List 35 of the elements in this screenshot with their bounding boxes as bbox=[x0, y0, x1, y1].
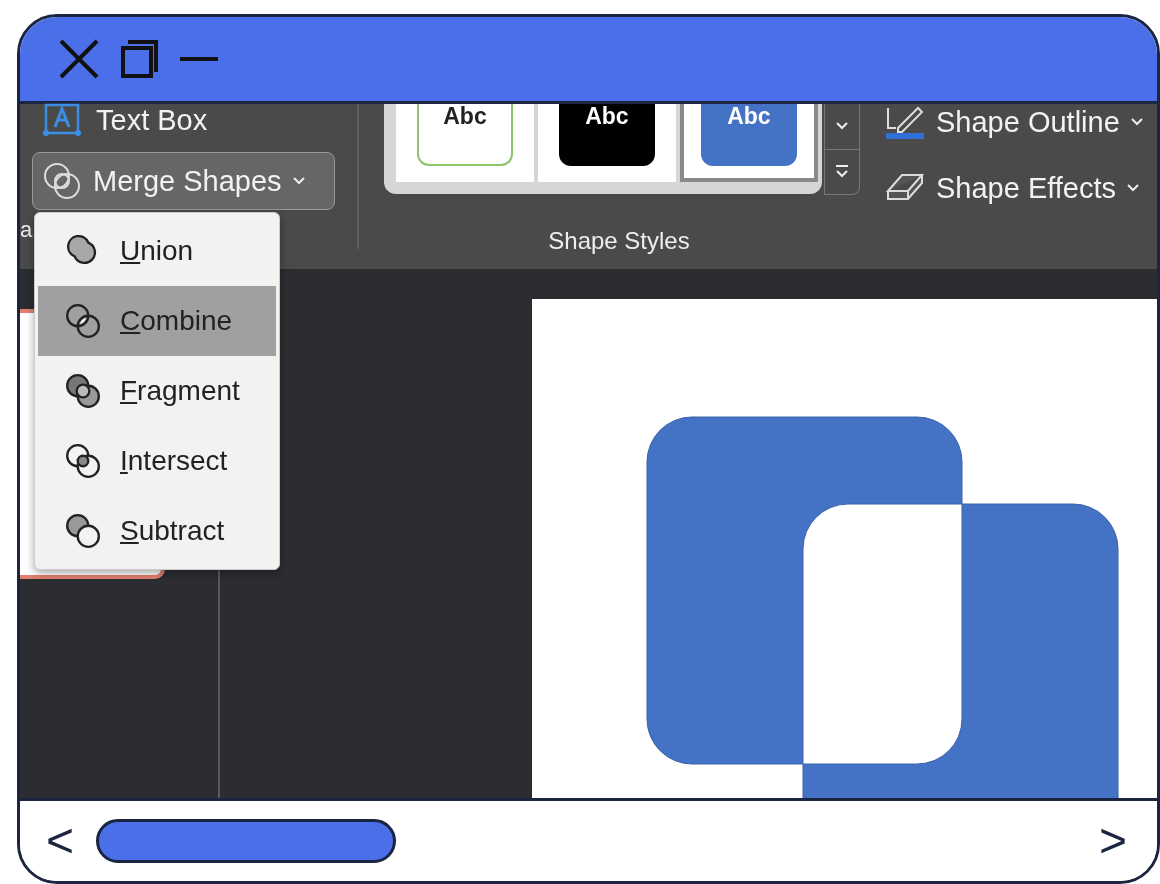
menu-item[interactable]: Intersect bbox=[38, 426, 276, 496]
menu-item[interactable]: Combine bbox=[38, 286, 276, 356]
pen-icon bbox=[884, 104, 926, 140]
shape-outline-button[interactable]: Shape Outline bbox=[884, 104, 1144, 140]
minimize-icon[interactable] bbox=[180, 56, 218, 62]
group-label: Shape Styles bbox=[548, 227, 690, 255]
overlapping-circles-icon bbox=[64, 372, 102, 410]
style-swatch: Abc bbox=[700, 104, 797, 166]
menu-item[interactable]: Subtract bbox=[38, 496, 276, 566]
text-box-icon bbox=[42, 103, 82, 137]
scroll-left-button[interactable]: < bbox=[46, 817, 75, 865]
caret-icon bbox=[1129, 117, 1144, 127]
expand-icon bbox=[834, 163, 850, 180]
caret-icon bbox=[835, 121, 849, 132]
style-cell[interactable]: Abc bbox=[679, 104, 818, 182]
merge-shapes-button[interactable]: Merge Shapes bbox=[32, 152, 335, 210]
caret-icon bbox=[291, 176, 306, 186]
overlapping-circles-icon bbox=[64, 302, 102, 340]
close-icon[interactable] bbox=[58, 38, 100, 80]
caret-icon bbox=[1126, 183, 1141, 193]
style-cell[interactable]: Abc bbox=[396, 104, 534, 182]
shape-effects-button[interactable]: Shape Effects bbox=[884, 170, 1144, 206]
overlapping-circles-icon bbox=[64, 442, 102, 480]
style-cell[interactable]: Abc bbox=[537, 104, 676, 182]
restore-icon[interactable] bbox=[120, 38, 160, 80]
overlapping-circles-icon bbox=[41, 160, 83, 202]
scroll-right-button[interactable]: > bbox=[1098, 817, 1127, 865]
group-label: a bbox=[20, 217, 33, 243]
menu-item[interactable]: Union bbox=[38, 216, 276, 286]
style-swatch: Abc bbox=[416, 104, 513, 166]
style-swatch: Abc bbox=[558, 104, 655, 166]
scroll-thumb[interactable] bbox=[96, 819, 397, 863]
overlapping-circles-icon bbox=[64, 512, 102, 550]
menu-item[interactable]: Fragment bbox=[38, 356, 276, 426]
text-box-button[interactable]: Text Box bbox=[20, 104, 357, 136]
